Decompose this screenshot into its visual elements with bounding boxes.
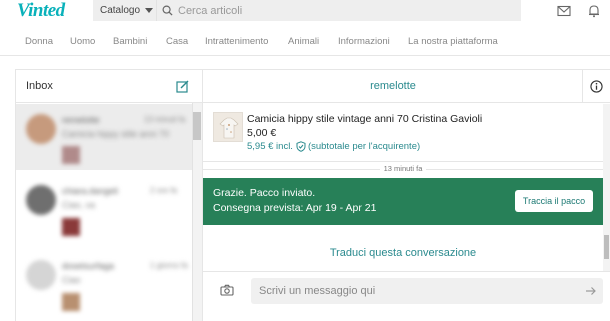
conversation-header: remelotte — [203, 70, 610, 103]
item-title[interactable]: Camicia hippy stile vintage anni 70 Cris… — [247, 113, 482, 125]
category-nav: Donna Uomo Bambini Casa Intrattenimento … — [0, 27, 610, 56]
translate-conversation-link[interactable]: Traduci questa conversazione — [203, 247, 603, 259]
inbox-panel: Inbox remelotte 13 minuti fa Camicia hip… — [15, 69, 203, 321]
protection-text: (subtotale per l'acquirente) — [307, 141, 421, 152]
nav-item-informazioni[interactable]: Informazioni — [338, 36, 390, 47]
item-thumbnail — [62, 146, 80, 164]
timestamp-text: 13 minuti fa — [379, 164, 427, 173]
bell-icon[interactable] — [587, 4, 601, 18]
conversation-name: remelotte — [62, 115, 100, 125]
item-thumbnail — [62, 293, 80, 311]
mail-icon[interactable] — [557, 4, 571, 18]
item-summary[interactable]: Camicia hippy stile vintage anni 70 Cris… — [203, 104, 603, 162]
conversation-time: 13 minuti fa — [144, 115, 186, 124]
conversation-preview: Camicia hippy stile anni 70 — [62, 129, 170, 139]
track-package-button[interactable]: Traccia il pacco — [515, 190, 593, 212]
delivery-estimate: Consegna prevista: Apr 19 - Apr 21 — [213, 202, 377, 214]
search-bar[interactable] — [157, 0, 521, 21]
nav-item-bambini[interactable]: Bambini — [113, 36, 147, 47]
item-image[interactable] — [213, 112, 243, 142]
avatar — [26, 260, 56, 290]
item-price: 5,00 € — [247, 127, 277, 139]
inbox-scrollbar-thumb[interactable] — [193, 112, 201, 140]
camera-icon[interactable] — [220, 284, 234, 296]
conversation-item[interactable]: dosetsurfaga 1 giorno fa Ciao — [16, 250, 193, 321]
vinted-logo[interactable]: Vinted — [17, 0, 65, 22]
shipping-status-banner: Grazie. Pacco inviato. Consegna prevista… — [203, 178, 603, 225]
conversation-time: 1 giorno fa — [150, 261, 188, 270]
conversation-panel: remelotte Camicia hippy stile vintage an… — [203, 69, 610, 321]
compose-icon[interactable] — [176, 80, 189, 93]
send-arrow-icon[interactable] — [585, 285, 597, 297]
info-icon — [590, 80, 603, 93]
message-input[interactable] — [251, 278, 603, 304]
inbox-header: Inbox — [16, 70, 202, 103]
nav-item-intrattenimento[interactable]: Intrattenimento — [205, 36, 268, 47]
catalog-dropdown[interactable]: Catalogo — [93, 0, 157, 21]
conversation-time: 2 ore fa — [150, 186, 178, 195]
conversation-name: dosetsurfaga — [62, 261, 115, 271]
conversation-username[interactable]: remelotte — [203, 80, 583, 92]
info-button[interactable] — [582, 70, 610, 103]
search-input[interactable] — [178, 4, 498, 17]
nav-item-animali[interactable]: Animali — [288, 36, 319, 47]
item-thumbnail — [62, 218, 80, 236]
nav-item-donna[interactable]: Donna — [25, 36, 53, 47]
shield-icon — [296, 141, 306, 152]
nav-item-piattaforma[interactable]: La nostra piattaforma — [408, 36, 498, 47]
conversation-preview: Ciao, va — [62, 200, 96, 210]
message-composer — [203, 271, 610, 321]
shipping-status-title: Grazie. Pacco inviato. — [213, 187, 316, 199]
conversation-name: chiara.dangeli — [62, 186, 119, 196]
avatar — [26, 185, 56, 215]
catalog-label: Catalogo — [100, 5, 141, 16]
top-header: Vinted Catalogo — [0, 0, 610, 27]
message-timestamp: 13 minuti fa — [203, 164, 603, 173]
shirt-icon — [219, 117, 239, 139]
conversation-item[interactable]: remelotte 13 minuti fa Camicia hippy sti… — [16, 104, 193, 170]
chevron-down-icon — [145, 8, 154, 13]
nav-item-uomo[interactable]: Uomo — [70, 36, 95, 47]
inbox-title: Inbox — [26, 80, 53, 92]
item-total-price: 5,95 € incl. — [247, 141, 293, 152]
buyer-protection: 5,95 € incl. (subtotale per l'acquirente… — [247, 141, 420, 152]
conversation-scrollbar-thumb[interactable] — [604, 235, 609, 259]
conversation-preview: Ciao — [62, 275, 81, 285]
avatar — [26, 114, 56, 144]
conversation-item[interactable]: chiara.dangeli 2 ore fa Ciao, va — [16, 174, 193, 246]
search-icon — [162, 5, 173, 16]
nav-item-casa[interactable]: Casa — [166, 36, 188, 47]
